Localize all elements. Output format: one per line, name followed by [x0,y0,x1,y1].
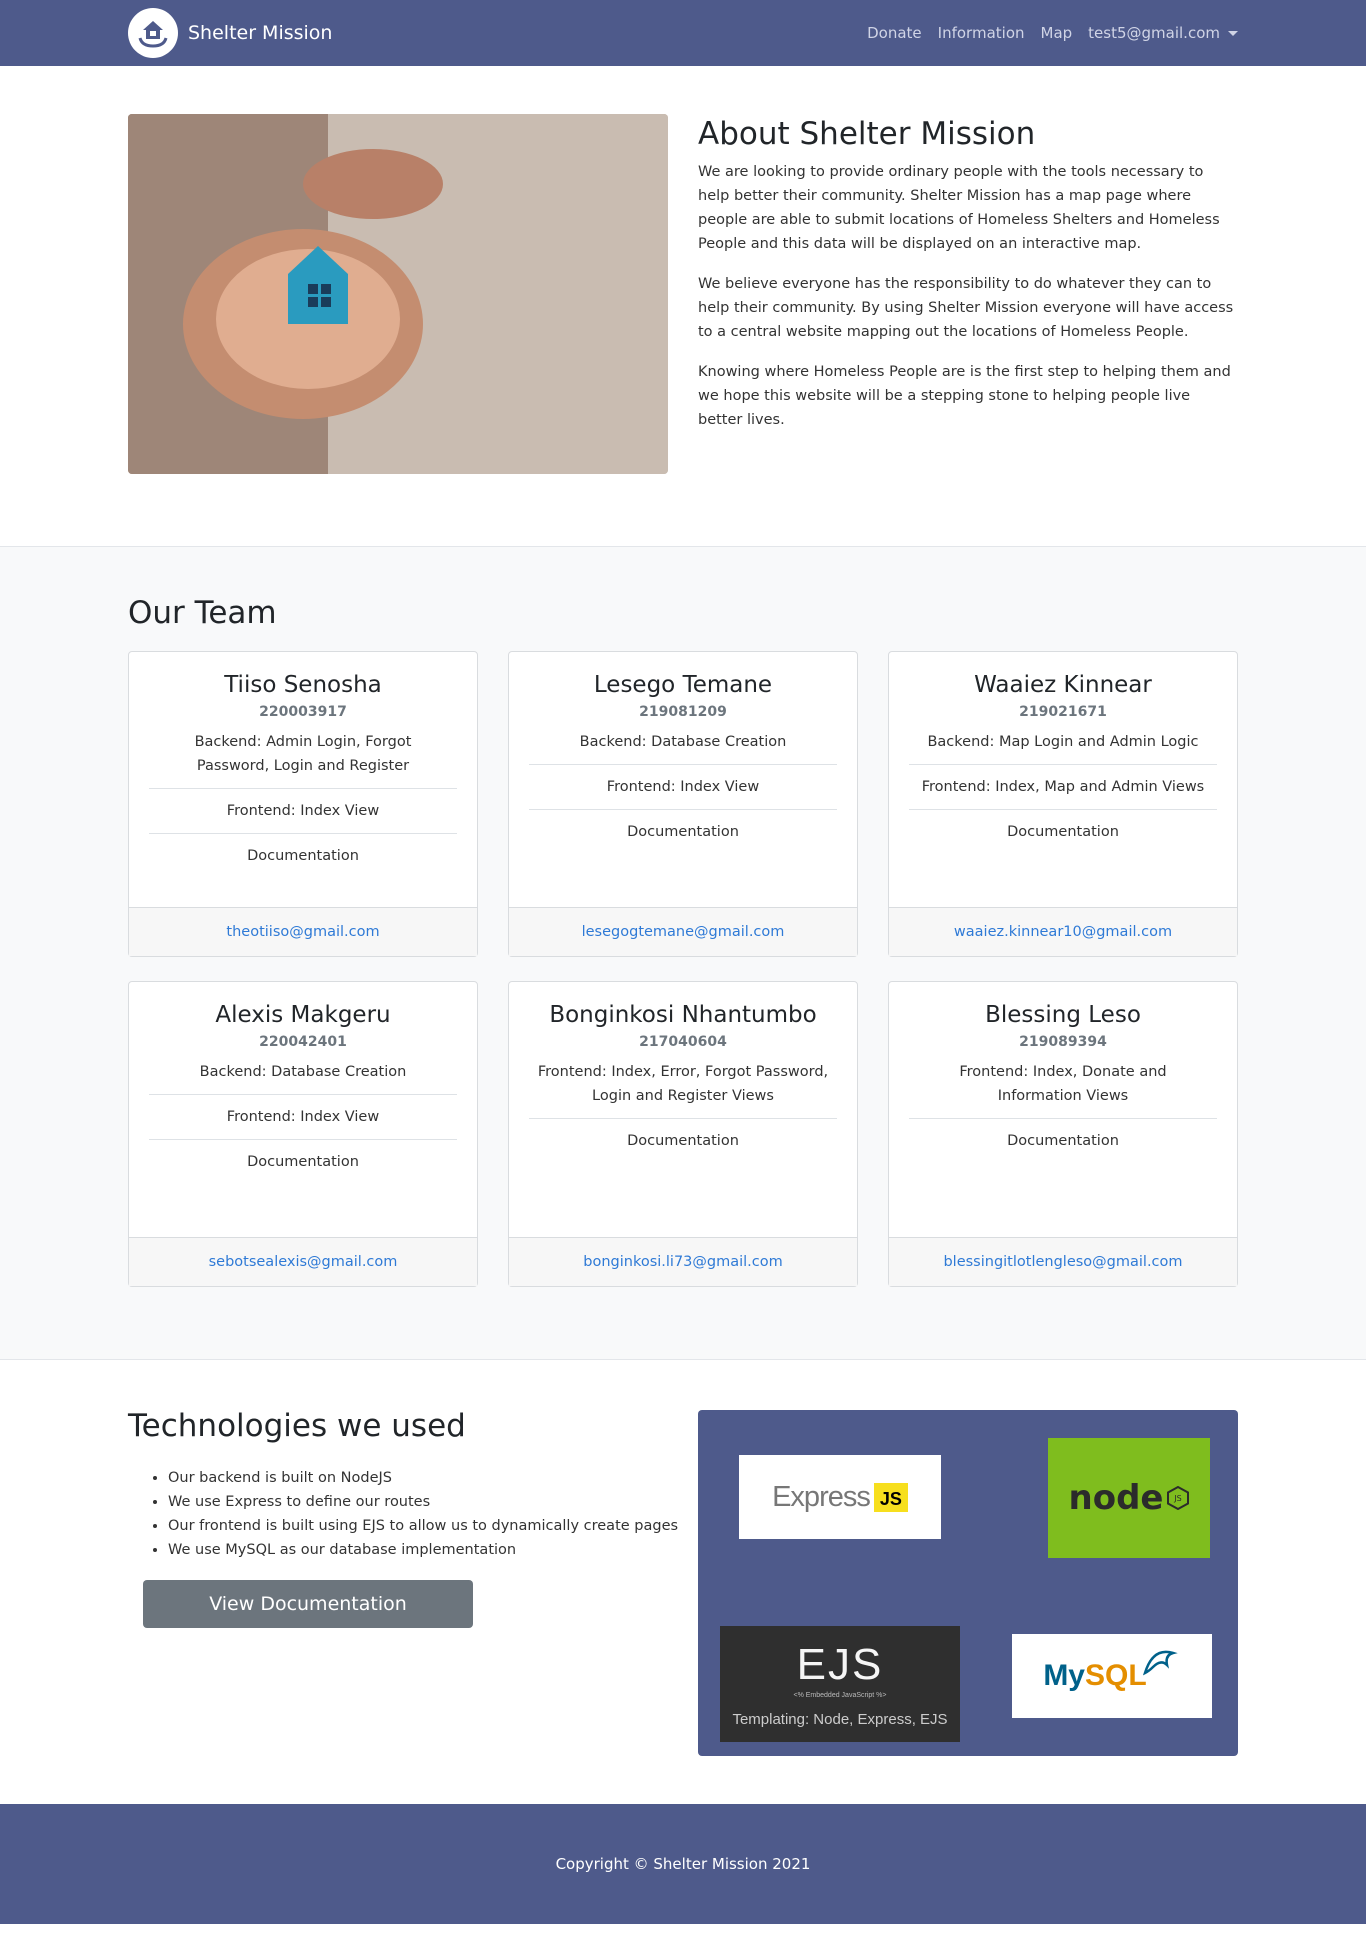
tech-title: Technologies we used [128,1408,466,1444]
brand[interactable]: Shelter Mission [128,8,332,58]
member-role: Documentation [1007,824,1119,840]
member-name: Waaiez Kinnear [974,672,1152,698]
member-email-link[interactable]: waaiez.kinnear10@gmail.com [954,924,1172,940]
hands-holding-house-image [128,114,668,474]
team-title: Our Team [128,595,277,631]
nav-map[interactable]: Map [1041,24,1073,42]
nodejs-logo: node JS [1048,1438,1210,1558]
about-paragraph: Knowing where Homeless People are is the… [698,364,1231,428]
tech-list-item: We use MySQL as our database implementat… [168,1538,698,1562]
user-email: test5@gmail.com [1088,24,1220,42]
member-name: Alexis Makgeru [215,1002,391,1028]
brand-name: Shelter Mission [188,22,333,44]
member-email-link[interactable]: theotiiso@gmail.com [226,924,379,940]
member-role: Documentation [247,848,359,864]
about-paragraph: We are looking to provide ordinary peopl… [698,164,1220,252]
tech-section: Technologies we used Our backend is buil… [0,1360,1366,1804]
about-paragraph: We believe everyone has the responsibili… [698,276,1234,340]
member-id: 219081209 [639,704,727,720]
team-card: Waaiez Kinnear 219021671 Backend: Map Lo… [888,651,1238,957]
member-role: Backend: Database Creation [149,1050,457,1095]
tech-logos-panel: Express JS node JS EJS <% Embedded JavaS… [698,1410,1238,1756]
nav-information[interactable]: Information [938,24,1025,42]
about-section: About Shelter Mission We are looking to … [0,66,1366,546]
member-role: Documentation [247,1154,359,1170]
member-role: Frontend: Index, Map and Admin Views [909,765,1217,810]
team-card: Lesego Temane 219081209 Backend: Databas… [508,651,858,957]
member-role: Backend: Database Creation [529,720,837,765]
member-role: Frontend: Index View [149,1095,457,1140]
member-name: Bonginkosi Nhantumbo [549,1002,817,1028]
member-id: 220042401 [259,1034,347,1050]
team-card: Tiiso Senosha 220003917 Backend: Admin L… [128,651,478,957]
member-name: Lesego Temane [593,672,773,698]
copyright-text: Copyright © Shelter Mission 2021 [555,1855,811,1873]
team-section: Our Team Tiiso Senosha 220003917 Backend… [0,546,1366,1360]
team-card: Bonginkosi Nhantumbo 217040604 Frontend:… [508,981,858,1287]
member-email-link[interactable]: bonginkosi.li73@gmail.com [583,1254,783,1270]
member-role: Documentation [627,824,739,840]
user-dropdown[interactable]: test5@gmail.com [1088,24,1238,42]
team-card: Alexis Makgeru 220042401 Backend: Databa… [128,981,478,1287]
member-role: Backend: Admin Login, Forgot Password, L… [149,720,457,789]
member-role: Frontend: Index, Error, Forgot Password,… [529,1050,837,1119]
mysql-logo: My SQL [1012,1634,1212,1718]
member-role: Documentation [1007,1133,1119,1149]
express-logo: Express JS [739,1455,941,1539]
tech-list: Our backend is built on NodeJS We use Ex… [168,1466,698,1562]
ejs-logo: EJS <% Embedded JavaScript %> Templating… [720,1626,960,1742]
member-email-link[interactable]: sebotsealexis@gmail.com [209,1254,398,1270]
member-role: Frontend: Index View [529,765,837,810]
nav-links: Donate Information Map test5@gmail.com [851,24,1238,42]
member-role: Documentation [627,1133,739,1149]
svg-text:JS: JS [1174,1494,1182,1503]
footer: Copyright © Shelter Mission 2021 [0,1804,1366,1924]
tech-list-item: Our frontend is built using EJS to allow… [168,1514,698,1538]
member-id: 220003917 [259,704,347,720]
member-id: 219021671 [1019,704,1107,720]
member-id: 219089394 [1019,1034,1107,1050]
caret-down-icon [1228,30,1238,36]
member-name: Tiiso Senosha [224,672,382,698]
view-documentation-button[interactable]: View Documentation [143,1580,473,1628]
member-name: Blessing Leso [985,1002,1141,1028]
team-card: Blessing Leso 219089394 Frontend: Index,… [888,981,1238,1287]
member-role: Frontend: Index View [149,789,457,834]
tech-list-item: We use Express to define our routes [168,1490,698,1514]
house-logo-icon [128,8,178,58]
member-role: Backend: Map Login and Admin Logic [909,720,1217,765]
tech-list-item: Our backend is built on NodeJS [168,1466,698,1490]
about-title: About Shelter Mission [698,116,1036,152]
member-id: 217040604 [639,1034,727,1050]
nav-donate[interactable]: Donate [867,24,922,42]
member-email-link[interactable]: lesegogtemane@gmail.com [582,924,785,940]
member-email-link[interactable]: blessingitlotlengleso@gmail.com [943,1254,1182,1270]
member-role: Frontend: Index, Donate and Information … [909,1050,1217,1119]
team-cards: Tiiso Senosha 220003917 Backend: Admin L… [128,651,1238,1287]
navbar: Shelter Mission Donate Information Map t… [0,0,1366,66]
